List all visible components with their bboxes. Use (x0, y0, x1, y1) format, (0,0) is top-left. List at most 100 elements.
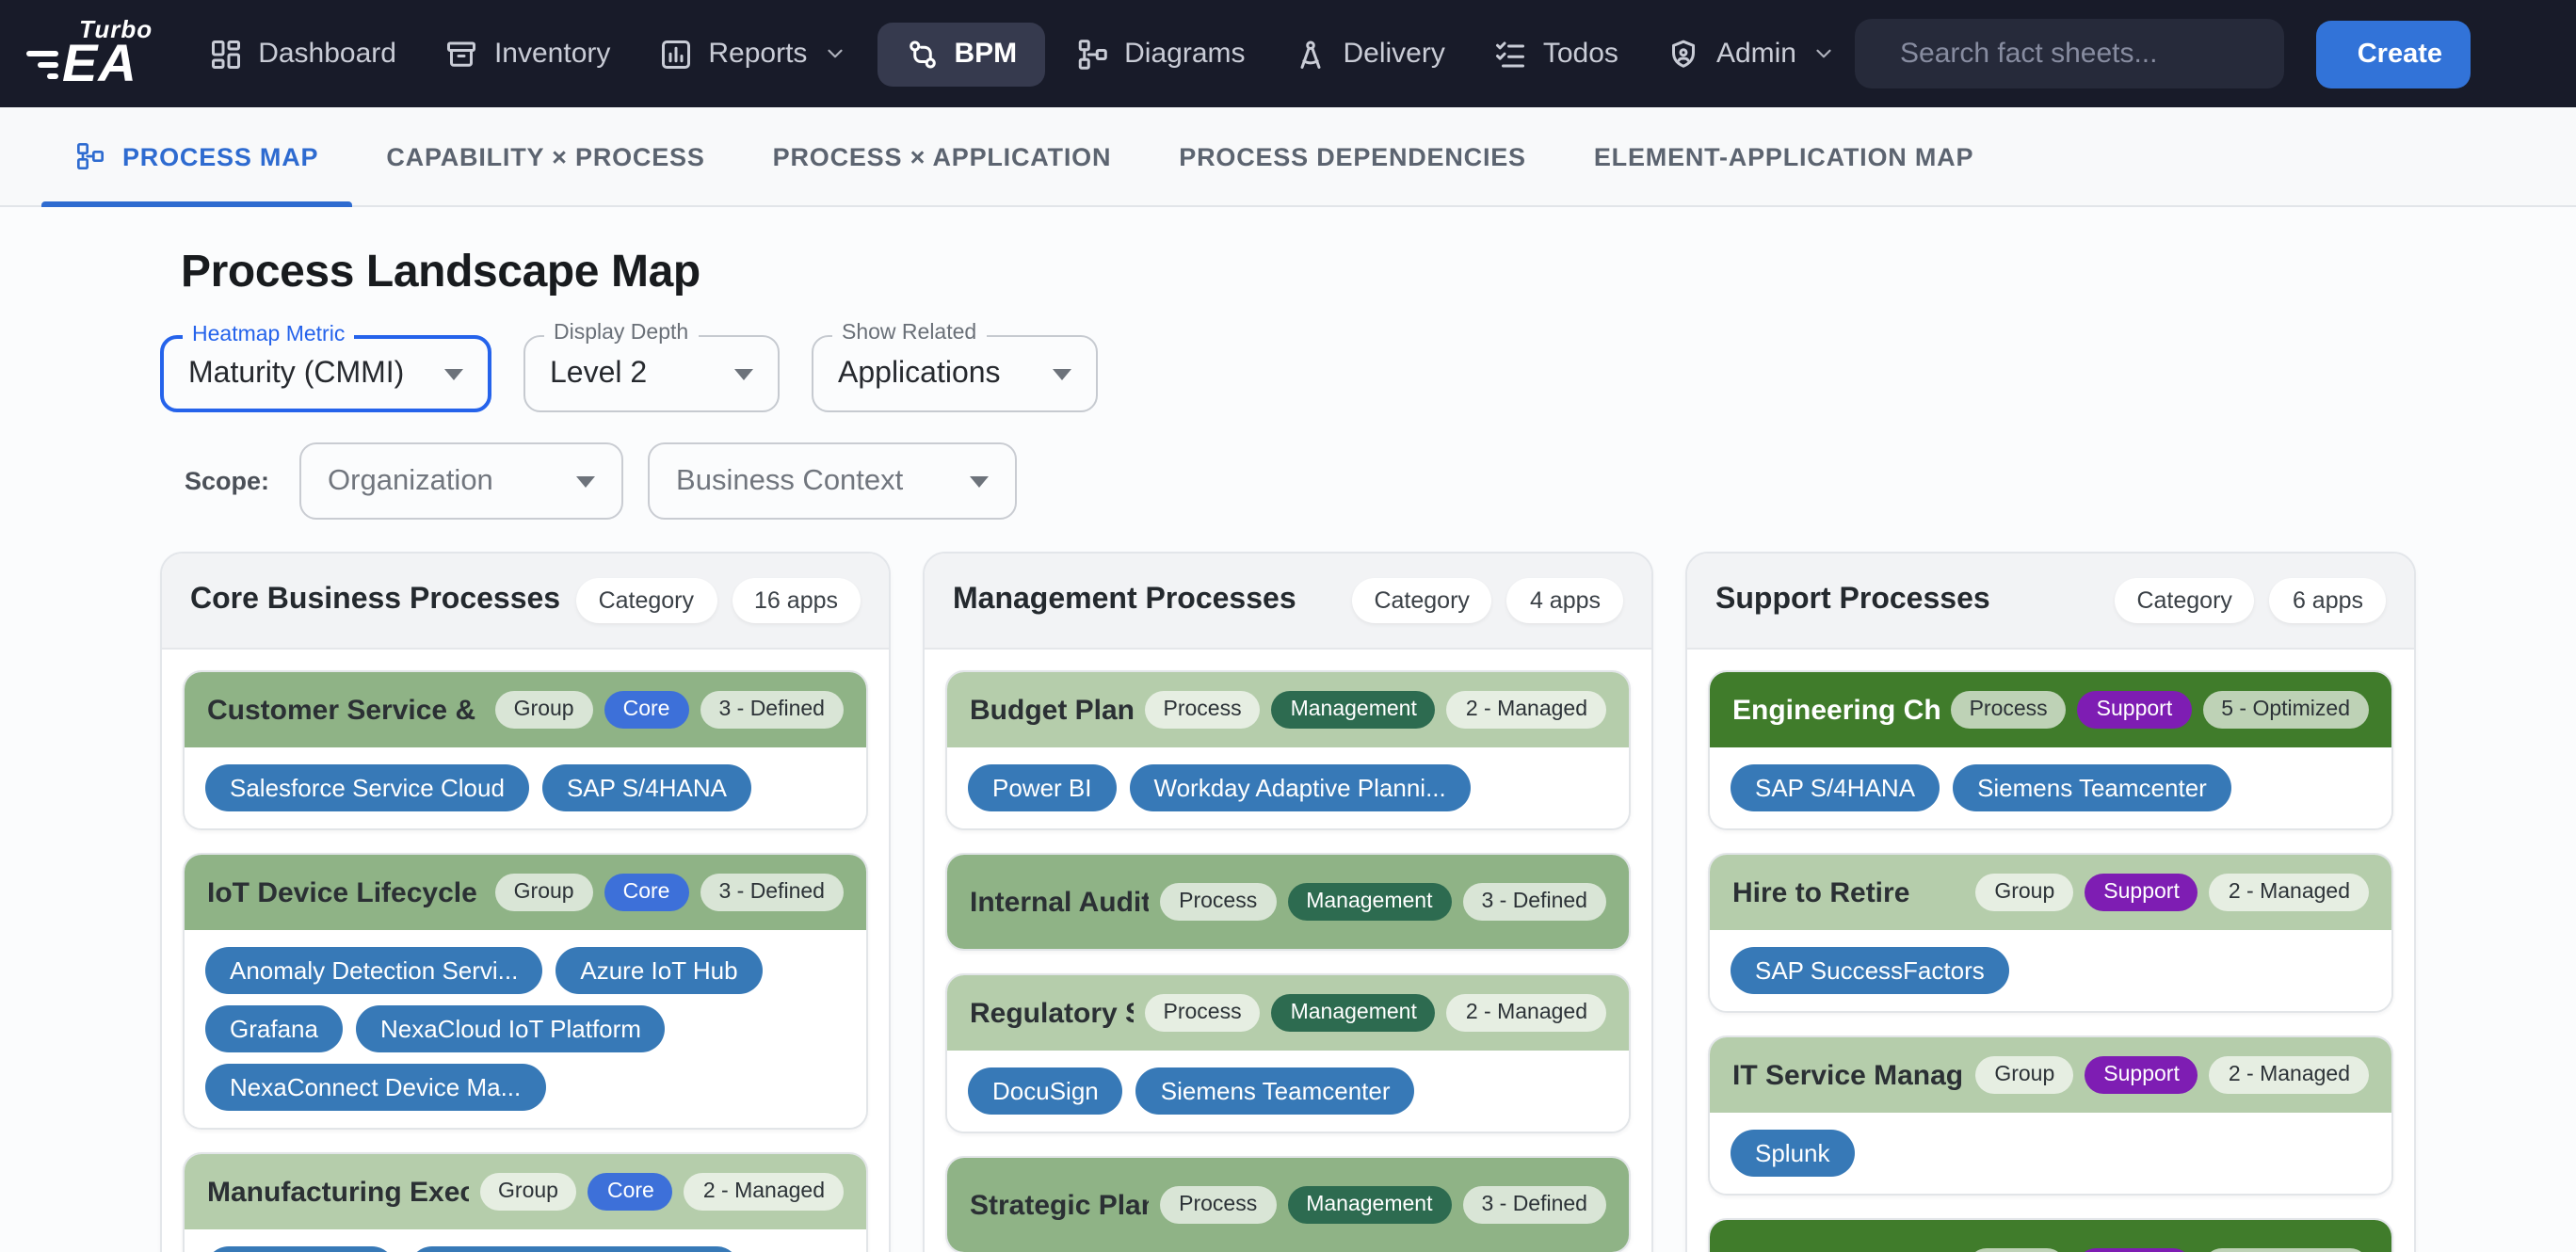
app-pill[interactable]: Siemens Teamcenter (1953, 764, 2231, 811)
category-pill: Management (1287, 883, 1451, 921)
category-pill: Support (2085, 874, 2198, 911)
create-button[interactable]: Create (2316, 20, 2471, 88)
filter-select-show-related[interactable]: Show RelatedApplications (812, 335, 1098, 412)
app-pill[interactable]: Siemens Teamcenter (1136, 1067, 1415, 1115)
process-card-manufacturing-execu[interactable]: Manufacturing Execu...GroupCore2 - Manag… (183, 1152, 868, 1252)
search-box[interactable] (1855, 19, 2284, 88)
nav-item-label: BPM (954, 38, 1017, 70)
level-pill: Group (1969, 1248, 2067, 1252)
scope-label: Scope: (185, 467, 269, 495)
nav-item-delivery[interactable]: Delivery (1276, 22, 1464, 86)
app-logo[interactable]: Turbo EA (26, 17, 153, 90)
delivery-icon (1295, 37, 1328, 71)
filter-value: Level 2 (550, 357, 712, 391)
top-navigation: Turbo EA DashboardInventory Reports BPM Dia… (0, 0, 2576, 107)
app-pill[interactable]: Salesforce Service Cloud (205, 764, 529, 811)
nav-item-label: Todos (1543, 38, 1618, 70)
process-card-procure-to-pay[interactable]: Procure to PayGroupSupport5 - Optimized (1708, 1218, 2393, 1252)
nav-item-reports[interactable]: Reports (640, 22, 865, 86)
tab-label: CAPABILITY × PROCESS (386, 142, 704, 170)
bpm-tab-bar: PROCESS MAP CAPABILITY × PROCESS PROCESS ×… (0, 107, 2576, 207)
tab-process-application[interactable]: PROCESS × APPLICATION (739, 107, 1146, 205)
scope-select-value: Business Context (676, 464, 947, 498)
tab-process-map[interactable]: PROCESS MAP (41, 107, 352, 205)
column-header: Support ProcessesCategory6 apps (1687, 554, 2414, 650)
category-pill: Support (2085, 1056, 2198, 1094)
nav-item-bpm[interactable]: BPM (877, 22, 1045, 86)
column-title: Support Processes (1715, 584, 2099, 618)
process-card-strategic-plann[interactable]: Strategic Plann...ProcessManagement3 - D… (945, 1156, 1631, 1252)
filter-select-display-depth[interactable]: Display DepthLevel 2 (523, 335, 780, 412)
process-card-title: Strategic Plann... (970, 1189, 1149, 1221)
nav-item-todos[interactable]: Todos (1475, 22, 1637, 86)
app-pill[interactable]: NexaConnect Device Ma... (205, 1064, 545, 1111)
process-card-title: Regulatory Su... (970, 997, 1134, 1029)
process-card-header: Budget Planni...ProcessManagement2 - Man… (947, 672, 1629, 747)
app-pill[interactable]: SAP SuccessFactors (1731, 947, 2009, 994)
app-pill[interactable]: NexaSCADA (205, 1246, 395, 1252)
app-pill[interactable]: NexaCloud IoT Platform (356, 1005, 666, 1052)
filter-select-heatmap-metric[interactable]: Heatmap MetricMaturity (CMMI) (160, 335, 491, 412)
nav-item-label: Reports (708, 38, 807, 70)
nav-item-admin[interactable]: Admin (1649, 22, 1855, 86)
process-card-header: Strategic Plann...ProcessManagement3 - D… (947, 1158, 1629, 1252)
category-pill: Management (1272, 691, 1436, 729)
app-pill[interactable]: Azure IoT Hub (555, 947, 762, 994)
process-card-title: Internal Audit (970, 886, 1149, 918)
app-pill[interactable]: Splunk (1731, 1130, 1855, 1177)
page-title: Process Landscape Map (181, 247, 700, 299)
process-card-header: Procure to PayGroupSupport5 - Optimized (1710, 1220, 2391, 1252)
dropdown-arrow-icon (444, 368, 463, 379)
column-apps-count-badge: 4 apps (1507, 578, 1623, 623)
app-pill[interactable]: Power BI (968, 764, 1117, 811)
scope-select-business-context[interactable]: Business Context (648, 442, 1017, 520)
process-card-internal-audit[interactable]: Internal AuditProcessManagement3 - Defin… (945, 853, 1631, 951)
nav-item-inventory[interactable]: Inventory (427, 22, 629, 86)
dropdown-arrow-icon (1053, 368, 1071, 379)
process-card-hire-to-retire[interactable]: Hire to RetireGroupSupport2 - ManagedSAP… (1708, 853, 2393, 1013)
process-card-customer-service-su[interactable]: Customer Service & Su...GroupCore3 - Def… (183, 670, 868, 830)
related-apps: SAP S/4HANA Siemens Teamcenter (1710, 747, 2391, 828)
maturity-pill: 3 - Defined (1462, 1186, 1606, 1224)
filter-value: Applications (838, 357, 1030, 391)
tab-label: PROCESS MAP (122, 142, 318, 170)
tab-process-dependencies[interactable]: PROCESS DEPENDENCIES (1145, 107, 1560, 205)
level-pill: Group (479, 1173, 577, 1211)
process-card-title: Customer Service & Su... (207, 694, 484, 726)
app-pill[interactable]: DocuSign (968, 1067, 1123, 1115)
app-pill[interactable]: Workday Adaptive Planni... (1130, 764, 1471, 811)
app-pill[interactable]: SAP S/4HANA (1731, 764, 1940, 811)
scope-select-organization[interactable]: Organization (299, 442, 623, 520)
tab-element-application-map[interactable]: ELEMENT-APPLICATION MAP (1560, 107, 2007, 205)
admin-icon (1667, 37, 1701, 71)
app-pill[interactable]: Grafana (205, 1005, 343, 1052)
column-header: Core Business ProcessesCategory16 apps (162, 554, 889, 650)
process-card-engineering-cha[interactable]: Engineering Cha...ProcessSupport5 - Opti… (1708, 670, 2393, 830)
category-pill: Core (604, 691, 689, 729)
column-apps-count-badge: 16 apps (732, 578, 861, 623)
process-card-budget-planni[interactable]: Budget Planni...ProcessManagement2 - Man… (945, 670, 1631, 830)
process-card-regulatory-su[interactable]: Regulatory Su...ProcessManagement2 - Man… (945, 973, 1631, 1133)
nav-item-dashboard[interactable]: Dashboard (190, 22, 415, 86)
app-pill[interactable]: Quality Inspection System (409, 1246, 741, 1252)
tab-capability-process[interactable]: CAPABILITY × PROCESS (352, 107, 738, 205)
related-apps: Anomaly Detection Servi... Azure IoT Hub G… (185, 930, 866, 1128)
category-pill: Management (1272, 994, 1436, 1032)
create-button-label: Create (2358, 39, 2442, 69)
process-card-it-service-manage[interactable]: IT Service Manage...GroupSupport2 - Mana… (1708, 1035, 2393, 1196)
column-body: Engineering Cha...ProcessSupport5 - Opti… (1687, 650, 2414, 1252)
filter-label: Heatmap Metric (183, 324, 354, 346)
category-pill: Management (1287, 1186, 1451, 1224)
app-pill[interactable]: Anomaly Detection Servi... (205, 947, 542, 994)
process-card-iot-device-lifecycle[interactable]: IoT Device LifecycleGroupCore3 - Defined… (183, 853, 868, 1130)
level-pill: Process (1145, 691, 1261, 729)
maturity-pill: 2 - Managed (2210, 1056, 2369, 1094)
category-pill: Support (2078, 691, 2192, 729)
app-pill[interactable]: SAP S/4HANA (542, 764, 751, 811)
nav-item-diagrams[interactable]: Diagrams (1056, 22, 1264, 86)
process-card-header: IoT Device LifecycleGroupCore3 - Defined (185, 855, 866, 930)
dropdown-arrow-icon (576, 475, 595, 487)
search-input[interactable] (1896, 36, 2260, 72)
filter-label: Display Depth (544, 322, 698, 345)
filter-value: Maturity (CMMI) (188, 357, 422, 391)
